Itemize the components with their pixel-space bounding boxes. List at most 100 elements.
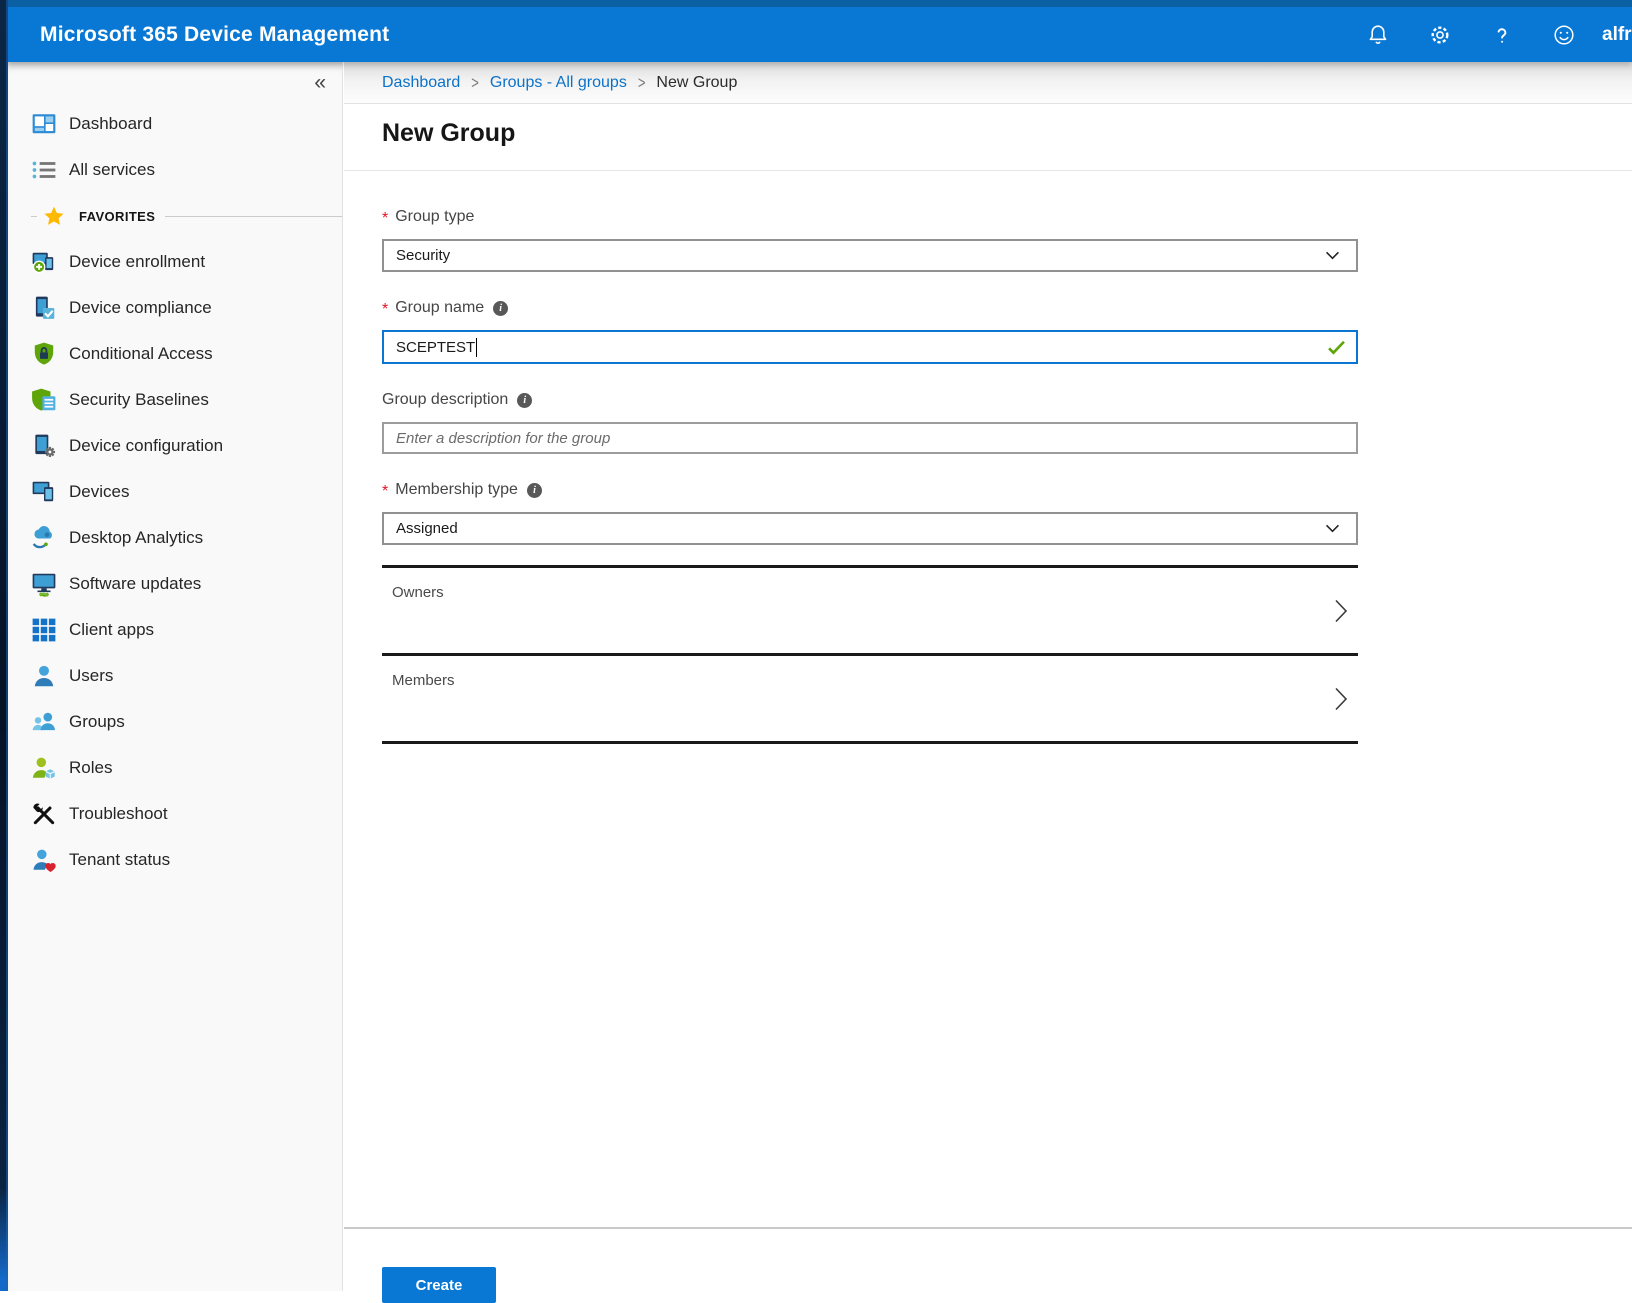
sidebar-item-label: Desktop Analytics: [69, 528, 203, 548]
tenant-status-icon: [31, 847, 57, 873]
device-compliance-icon: [31, 295, 57, 321]
info-icon[interactable]: i: [527, 483, 542, 498]
sidebar-item-label: Client apps: [69, 620, 154, 640]
info-icon[interactable]: i: [517, 393, 532, 408]
sidebar-item-label: Groups: [69, 712, 125, 732]
valid-check-icon: [1326, 337, 1347, 358]
members-label: Members: [392, 672, 455, 689]
group-type-select[interactable]: Security: [382, 239, 1358, 272]
breadcrumb: Dashboard > Groups - All groups > New Group: [344, 62, 1632, 103]
topbar-actions: alfr: [1366, 7, 1632, 62]
bell-icon[interactable]: [1366, 23, 1390, 47]
sidebar-item-desktop-analytics[interactable]: Desktop Analytics: [8, 515, 342, 561]
top-app-bar: Microsoft 365 Device Management alfr: [8, 7, 1632, 62]
owners-label: Owners: [392, 584, 444, 601]
all-services-icon: [31, 157, 57, 183]
blade-header: New Group: [344, 104, 1632, 171]
chevron-down-icon: [1323, 519, 1342, 538]
sidebar-nav: Dashboard All services FAVORITES Device …: [8, 101, 342, 883]
required-marker: *: [382, 210, 388, 228]
divider: [165, 216, 342, 217]
new-group-form: * Group type Security * Group name i SCE…: [344, 171, 1358, 744]
breadcrumb-separator: >: [471, 72, 479, 92]
sidebar-item-device-compliance[interactable]: Device compliance: [8, 285, 342, 331]
roles-icon: [31, 755, 57, 781]
sidebar-item-users[interactable]: Users: [8, 653, 342, 699]
chevron-right-icon: [1330, 686, 1352, 712]
required-marker: *: [382, 301, 388, 319]
window-top-edge: [0, 0, 1632, 7]
divider: [31, 216, 37, 217]
member-pickers: Owners Members: [382, 565, 1358, 744]
sidebar-item-troubleshoot[interactable]: Troubleshoot: [8, 791, 342, 837]
group-name-input[interactable]: SCEPTEST: [382, 330, 1358, 364]
settings-icon[interactable]: [1428, 23, 1452, 47]
membership-type-select[interactable]: Assigned: [382, 512, 1358, 545]
sidebar-item-label: Software updates: [69, 574, 201, 594]
conditional-access-icon: [31, 341, 57, 367]
desktop-analytics-icon: [31, 525, 57, 551]
sidebar-item-label: Devices: [69, 482, 129, 502]
sidebar-item-label: Tenant status: [69, 850, 170, 870]
star-icon: [43, 205, 65, 227]
group-name-value: SCEPTEST: [396, 339, 475, 356]
group-description-input[interactable]: [382, 422, 1358, 454]
sidebar-item-all-services[interactable]: All services: [8, 147, 342, 193]
devices-icon: [31, 479, 57, 505]
group-type-field: * Group type Security: [382, 207, 1358, 272]
dashboard-icon: [31, 111, 57, 137]
sidebar-item-security-baselines[interactable]: Security Baselines: [8, 377, 342, 423]
sidebar-item-groups[interactable]: Groups: [8, 699, 342, 745]
group-type-value: Security: [396, 247, 1323, 264]
info-icon[interactable]: i: [493, 301, 508, 316]
window-left-edge: [0, 0, 8, 1291]
sidebar-item-device-enrollment[interactable]: Device enrollment: [8, 239, 342, 285]
group-type-label: * Group type: [382, 207, 1358, 227]
sidebar-item-tenant-status[interactable]: Tenant status: [8, 837, 342, 883]
feedback-icon[interactable]: [1552, 23, 1576, 47]
sidebar-item-conditional-access[interactable]: Conditional Access: [8, 331, 342, 377]
sidebar: « Dashboard All services FAVORITES Devic…: [8, 62, 343, 1291]
sidebar-item-devices[interactable]: Devices: [8, 469, 342, 515]
group-name-field: * Group name i SCEPTEST: [382, 298, 1358, 364]
software-updates-icon: [31, 571, 57, 597]
device-configuration-icon: [31, 433, 57, 459]
membership-type-label: * Membership type i: [382, 480, 1358, 500]
footer-divider: [344, 1227, 1632, 1229]
required-marker: *: [382, 483, 388, 501]
sidebar-item-dashboard[interactable]: Dashboard: [8, 101, 342, 147]
troubleshoot-icon: [31, 801, 57, 827]
sidebar-item-label: Roles: [69, 758, 112, 778]
sidebar-item-label: Troubleshoot: [69, 804, 168, 824]
sidebar-item-label: Dashboard: [69, 114, 152, 134]
main-content: Dashboard>Groups - All groups>New Group …: [344, 62, 1632, 1291]
sidebar-item-device-configuration[interactable]: Device configuration: [8, 423, 342, 469]
sidebar-item-label: Security Baselines: [69, 390, 209, 410]
sidebar-item-roles[interactable]: Roles: [8, 745, 342, 791]
membership-type-field: * Membership type i Assigned: [382, 480, 1358, 545]
breadcrumb-item-new-group: New Group: [656, 74, 737, 92]
breadcrumb-separator: >: [638, 72, 646, 92]
breadcrumb-item-groups-all-groups[interactable]: Groups - All groups: [490, 74, 627, 92]
client-apps-icon: [31, 617, 57, 643]
sidebar-collapse-button[interactable]: «: [314, 71, 326, 95]
users-icon: [31, 663, 57, 689]
help-icon[interactable]: [1490, 23, 1514, 47]
members-row[interactable]: Members: [382, 656, 1358, 744]
text-cursor: [476, 338, 477, 357]
group-description-field: Group description i: [382, 390, 1358, 454]
favorites-header: FAVORITES: [8, 193, 342, 239]
app-title: Microsoft 365 Device Management: [40, 23, 389, 47]
create-button[interactable]: Create: [382, 1267, 496, 1303]
owners-row[interactable]: Owners: [382, 568, 1358, 656]
user-name[interactable]: alfr: [1602, 24, 1632, 46]
membership-type-value: Assigned: [396, 520, 1323, 537]
sidebar-item-label: Device configuration: [69, 436, 223, 456]
sidebar-item-label: Conditional Access: [69, 344, 213, 364]
breadcrumb-item-dashboard[interactable]: Dashboard: [382, 74, 460, 92]
sidebar-item-software-updates[interactable]: Software updates: [8, 561, 342, 607]
sidebar-item-client-apps[interactable]: Client apps: [8, 607, 342, 653]
group-name-label: * Group name i: [382, 298, 1358, 318]
sidebar-item-label: All services: [69, 160, 155, 180]
group-description-label: Group description i: [382, 390, 1358, 410]
